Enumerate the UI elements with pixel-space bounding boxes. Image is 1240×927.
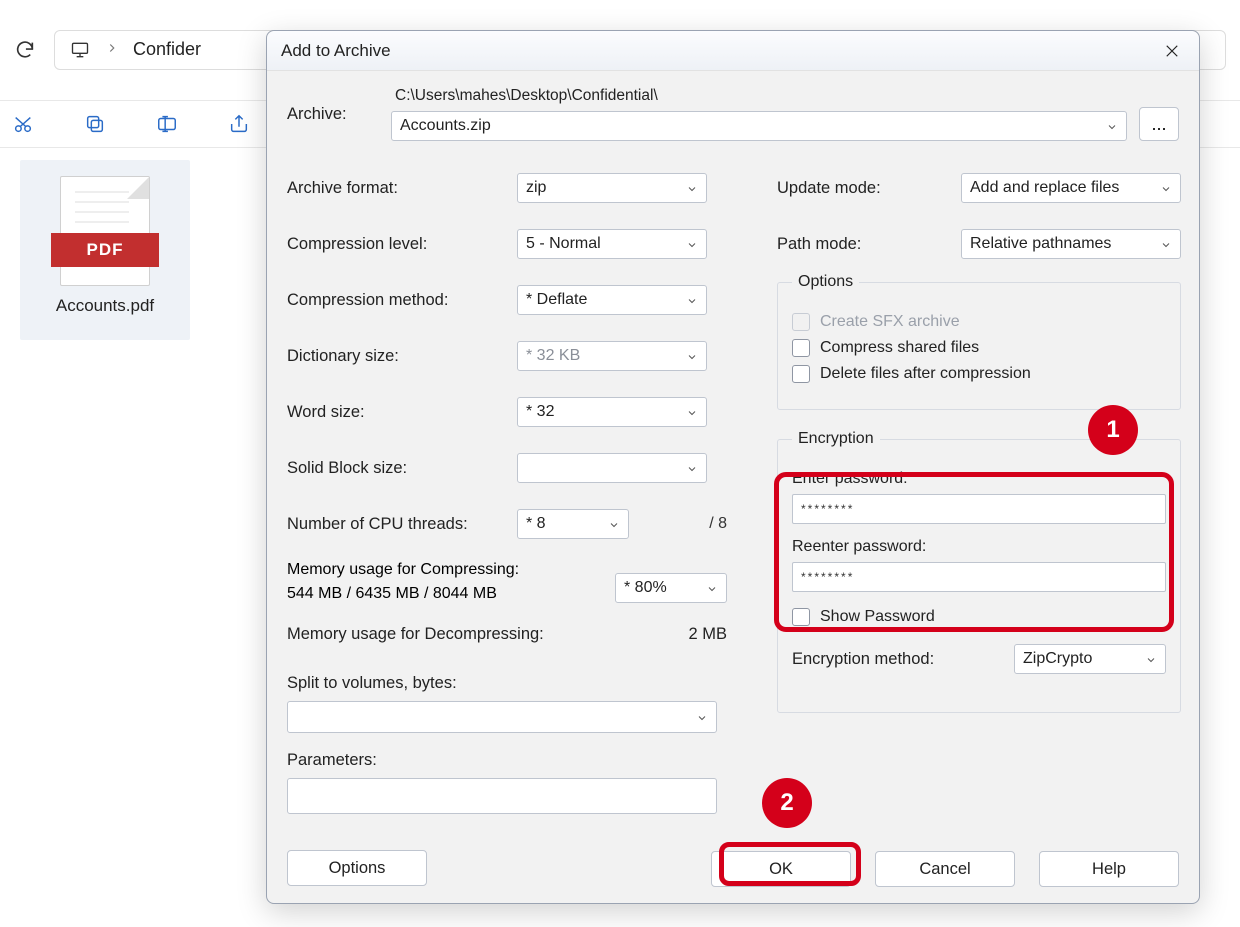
- level-label: Compression level:: [287, 235, 517, 254]
- add-to-archive-dialog: Add to Archive Archive: C:\Users\mahes\D…: [266, 30, 1200, 904]
- checkbox-icon: [792, 339, 810, 357]
- options-group: Options Create SFX archive Compress shar…: [777, 273, 1181, 410]
- reload-icon[interactable]: [14, 39, 36, 61]
- chevron-down-icon: [686, 182, 698, 194]
- mem-comp-detail: 544 MB / 6435 MB / 8044 MB: [287, 585, 603, 603]
- chevron-down-icon: [1160, 238, 1172, 250]
- chevron-down-icon: [686, 462, 698, 474]
- chevron-down-icon: [686, 238, 698, 250]
- method-combo[interactable]: * Deflate: [517, 285, 707, 315]
- archive-name-combo[interactable]: Accounts.zip: [391, 111, 1127, 141]
- delete-label: Delete files after compression: [820, 365, 1031, 383]
- archive-name-value: Accounts.zip: [400, 117, 491, 135]
- threads-total: / 8: [709, 515, 727, 533]
- checkbox-icon: [792, 365, 810, 383]
- pw2-label: Reenter password:: [792, 538, 1166, 556]
- params-input[interactable]: [287, 778, 717, 814]
- chevron-down-icon: [706, 582, 718, 594]
- method-label: Compression method:: [287, 291, 517, 310]
- dialog-button-row: OK Cancel Help: [287, 851, 1179, 887]
- rename-icon[interactable]: [156, 113, 178, 135]
- breadcrumb-separator: [105, 41, 119, 58]
- pdf-band-label: PDF: [51, 233, 159, 267]
- password-confirm-input[interactable]: ********: [792, 562, 1166, 592]
- help-button[interactable]: Help: [1039, 851, 1179, 887]
- archive-label: Archive:: [287, 105, 379, 124]
- mem-decomp-label: Memory usage for Decompressing:: [287, 625, 688, 644]
- checkbox-icon: [792, 313, 810, 331]
- encryption-group: Encryption Enter password: ******** Reen…: [777, 430, 1181, 713]
- word-label: Word size:: [287, 403, 517, 422]
- ok-button[interactable]: OK: [711, 851, 851, 887]
- pdf-icon: PDF: [60, 176, 150, 286]
- showpw-check-row[interactable]: Show Password: [792, 608, 1166, 626]
- browse-button[interactable]: ...: [1139, 107, 1179, 141]
- delete-check-row[interactable]: Delete files after compression: [792, 365, 1166, 383]
- shared-label: Compress shared files: [820, 339, 979, 357]
- encmethod-combo[interactable]: ZipCrypto: [1014, 644, 1166, 674]
- cancel-button[interactable]: Cancel: [875, 851, 1015, 887]
- word-combo[interactable]: * 32: [517, 397, 707, 427]
- encryption-legend: Encryption: [792, 430, 880, 448]
- solid-label: Solid Block size:: [287, 459, 517, 478]
- chevron-down-icon: [1106, 120, 1118, 132]
- archive-path: C:\Users\mahes\Desktop\Confidential\: [391, 87, 1127, 105]
- chevron-down-icon: [696, 711, 708, 723]
- monitor-icon: [69, 39, 91, 61]
- shared-check-row[interactable]: Compress shared files: [792, 339, 1166, 357]
- mem-pct-combo[interactable]: * 80%: [615, 573, 727, 603]
- breadcrumb-text[interactable]: Confider: [133, 39, 201, 60]
- path-combo[interactable]: Relative pathnames: [961, 229, 1181, 259]
- cut-icon[interactable]: [12, 113, 34, 135]
- chevron-down-icon: [686, 406, 698, 418]
- share-icon[interactable]: [228, 113, 250, 135]
- encmethod-label: Encryption method:: [792, 650, 934, 669]
- chevron-down-icon: [608, 518, 620, 530]
- dict-label: Dictionary size:: [287, 347, 517, 366]
- dict-combo[interactable]: * 32 KB: [517, 341, 707, 371]
- level-combo[interactable]: 5 - Normal: [517, 229, 707, 259]
- archive-row: Archive: C:\Users\mahes\Desktop\Confiden…: [287, 87, 1179, 141]
- password-input[interactable]: ********: [792, 494, 1166, 524]
- pw1-label: Enter password:: [792, 470, 1166, 488]
- mem-decomp-value: 2 MB: [688, 625, 727, 644]
- path-label: Path mode:: [777, 235, 961, 254]
- format-combo[interactable]: zip: [517, 173, 707, 203]
- copy-icon[interactable]: [84, 113, 106, 135]
- browse-label: ...: [1151, 114, 1166, 135]
- split-combo[interactable]: [287, 701, 717, 733]
- showpw-label: Show Password: [820, 608, 935, 626]
- options-legend: Options: [792, 273, 859, 291]
- solid-combo[interactable]: [517, 453, 707, 483]
- split-label: Split to volumes, bytes:: [287, 674, 727, 693]
- annotation-badge-2: 2: [762, 778, 812, 828]
- close-button[interactable]: [1159, 38, 1185, 64]
- annotation-badge-1: 1: [1088, 405, 1138, 455]
- format-label: Archive format:: [287, 179, 517, 198]
- threads-combo[interactable]: * 8: [517, 509, 629, 539]
- checkbox-icon: [792, 608, 810, 626]
- dialog-title: Add to Archive: [281, 41, 391, 61]
- params-label: Parameters:: [287, 751, 727, 770]
- chevron-down-icon: [1160, 182, 1172, 194]
- dialog-titlebar: Add to Archive: [267, 31, 1199, 71]
- update-label: Update mode:: [777, 179, 961, 198]
- mem-comp-label: Memory usage for Compressing:: [287, 561, 603, 579]
- file-tile-accounts-pdf[interactable]: PDF Accounts.pdf: [20, 160, 190, 340]
- threads-label: Number of CPU threads:: [287, 515, 517, 534]
- update-combo[interactable]: Add and replace files: [961, 173, 1181, 203]
- file-area: PDF Accounts.pdf: [20, 160, 220, 340]
- file-caption: Accounts.pdf: [56, 296, 154, 316]
- chevron-down-icon: [686, 294, 698, 306]
- chevron-down-icon: [1145, 653, 1157, 665]
- chevron-down-icon: [686, 350, 698, 362]
- sfx-label: Create SFX archive: [820, 313, 960, 331]
- sfx-check-row[interactable]: Create SFX archive: [792, 313, 1166, 331]
